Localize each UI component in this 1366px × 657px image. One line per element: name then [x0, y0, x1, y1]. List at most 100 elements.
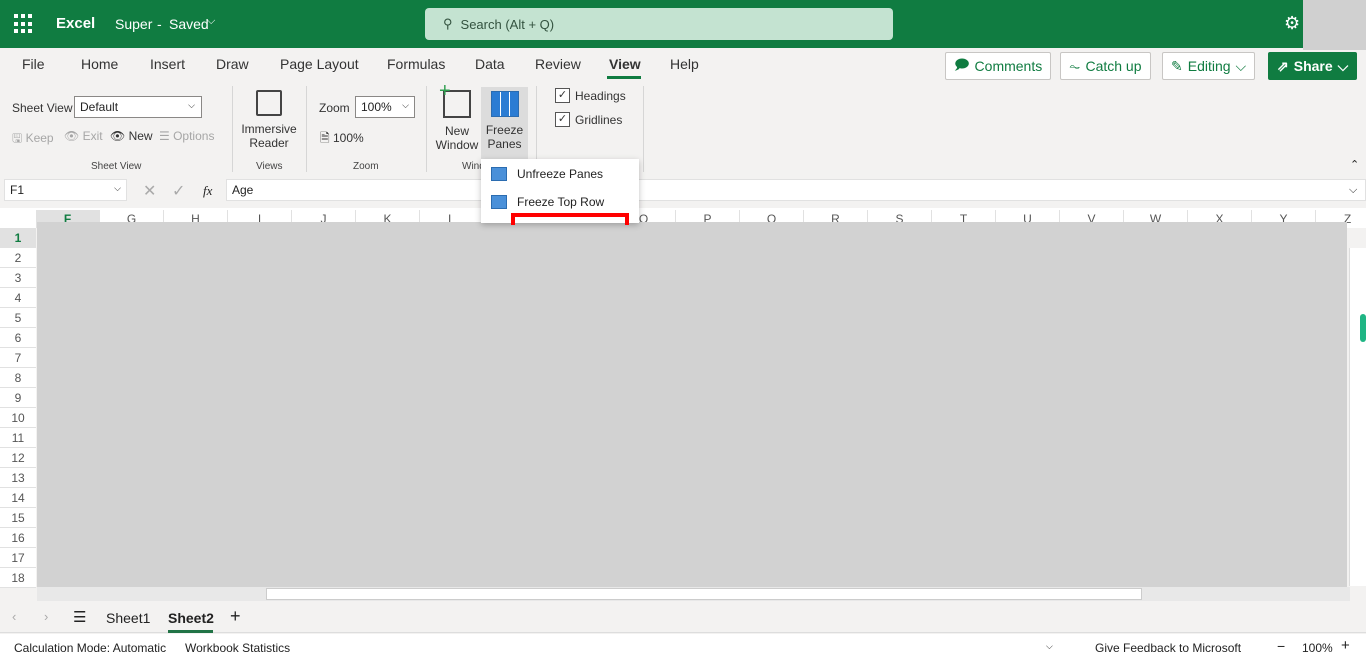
row-header[interactable]: 13: [0, 468, 36, 488]
tab-data[interactable]: Data: [475, 56, 505, 72]
calculation-mode[interactable]: Calculation Mode: Automatic: [14, 641, 166, 655]
menu-item-freeze-top-row[interactable]: Freeze Top Row: [481, 188, 639, 216]
freeze-icon: [491, 167, 507, 181]
all-sheets-icon[interactable]: ☰: [73, 608, 86, 626]
share-icon: ⇗: [1277, 57, 1289, 74]
keep-button[interactable]: 🖫 Keep: [12, 129, 54, 150]
row-header[interactable]: 8: [0, 368, 36, 388]
row-header[interactable]: 12: [0, 448, 36, 468]
row-header[interactable]: 17: [0, 548, 36, 568]
row-header[interactable]: 2: [0, 248, 36, 268]
editing-mode-button[interactable]: ✎ Editing ⌵: [1162, 52, 1256, 80]
tab-home[interactable]: Home: [81, 56, 118, 72]
chevron-down-icon: ⌵: [1337, 57, 1349, 74]
app-name[interactable]: Excel: [56, 15, 95, 32]
app-launcher-icon[interactable]: [14, 14, 34, 34]
activity-icon: ⏦: [1069, 57, 1081, 74]
sheet-tab-sheet2[interactable]: Sheet2: [168, 610, 214, 626]
comment-icon: 🗩: [954, 56, 970, 72]
save-status[interactable]: Saved: [169, 16, 209, 32]
expand-formula-icon[interactable]: ⌵: [1349, 184, 1357, 197]
search-icon: ⚲: [443, 16, 453, 31]
tab-file[interactable]: File: [22, 56, 45, 72]
tab-view[interactable]: View: [609, 56, 641, 72]
zoom-label: Zoom: [319, 101, 350, 115]
group-label-zoom: Zoom: [353, 161, 379, 172]
tab-review[interactable]: Review: [535, 56, 581, 72]
tab-formulas[interactable]: Formulas: [387, 56, 445, 72]
search-input[interactable]: ⚲ Search (Alt + Q): [425, 8, 893, 40]
gear-icon[interactable]: ⚙: [1284, 13, 1300, 34]
formula-input[interactable]: Age: [226, 179, 1366, 201]
insert-function-icon[interactable]: fx: [203, 183, 212, 199]
avatar[interactable]: [1303, 0, 1366, 50]
tab-page-layout[interactable]: Page Layout: [280, 56, 359, 72]
chevron-down-icon: ⌵: [207, 15, 216, 27]
new-window-icon: +: [439, 80, 471, 118]
vertical-scrollbar[interactable]: [1349, 248, 1366, 586]
chevron-down-icon[interactable]: ⌵: [1046, 641, 1053, 652]
tab-insert[interactable]: Insert: [150, 56, 185, 72]
row-header[interactable]: 3: [0, 268, 36, 288]
doc-title[interactable]: Super: [115, 16, 152, 32]
group-label-sheet-view: Sheet View: [91, 161, 142, 172]
active-sheet-indicator: [168, 630, 213, 633]
immersive-reader-button[interactable]: Immersive Reader: [240, 90, 298, 150]
row-header[interactable]: 16: [0, 528, 36, 548]
confirm-icon[interactable]: ✓: [172, 181, 185, 201]
divider: [426, 86, 427, 172]
zoom-level[interactable]: 100%: [1302, 641, 1333, 655]
active-tab-indicator: [607, 76, 641, 79]
divider: [643, 86, 644, 172]
row-header[interactable]: 15: [0, 508, 36, 528]
new-window-button[interactable]: + New Window: [434, 80, 480, 152]
gridlines-checkbox[interactable]: ✓ Gridlines: [555, 112, 622, 127]
menu-item-unfreeze-panes[interactable]: Unfreeze Panes: [481, 160, 639, 188]
row-header[interactable]: 14: [0, 488, 36, 508]
feedback-link[interactable]: Give Feedback to Microsoft: [1095, 641, 1241, 655]
zoom-in-icon[interactable]: +: [1341, 637, 1350, 654]
freeze-panes-icon: [490, 91, 519, 117]
zoom-select[interactable]: 100% ⌵: [355, 96, 415, 118]
sheet-view-select[interactable]: Default ⌵: [74, 96, 202, 118]
new-sheet-view-button[interactable]: 👁 New: [110, 129, 153, 143]
comments-button[interactable]: 🗩 Comments: [945, 52, 1052, 80]
collapse-ribbon-icon[interactable]: ⌃: [1350, 158, 1359, 171]
catch-up-button[interactable]: ⏦ Catch up: [1060, 52, 1151, 80]
horizontal-scrollbar[interactable]: [37, 587, 1350, 601]
zoom-100-button[interactable]: 🗎 100%: [320, 129, 364, 150]
title-bar: Excel Super - Saved ⌵ ⚲ Search (Alt + Q) …: [0, 0, 1366, 50]
row-header[interactable]: 11: [0, 428, 36, 448]
add-sheet-icon[interactable]: +: [230, 606, 241, 627]
sheet-view-label: Sheet View: [12, 101, 73, 115]
headings-checkbox[interactable]: ✓ Headings: [555, 88, 626, 103]
row-header[interactable]: 10: [0, 408, 36, 428]
chevron-down-icon: ⌵: [1235, 57, 1247, 74]
zoom-out-icon[interactable]: −: [1277, 638, 1285, 654]
row-header[interactable]: 6: [0, 328, 36, 348]
row-header[interactable]: 4: [0, 288, 36, 308]
highlight-box: [511, 213, 629, 225]
row-header[interactable]: 7: [0, 348, 36, 368]
divider: [232, 86, 233, 172]
share-button[interactable]: ⇗ Share ⌵: [1268, 52, 1358, 80]
freeze-panes-button[interactable]: Freeze Panes ⌄: [481, 87, 528, 165]
chevron-left-icon[interactable]: ‹: [12, 609, 16, 624]
book-icon: [256, 90, 282, 116]
row-header[interactable]: 5: [0, 308, 36, 328]
row-header[interactable]: 1: [0, 228, 36, 248]
options-button[interactable]: ☰ Options: [159, 129, 214, 143]
exit-button[interactable]: 👁 Exit: [64, 129, 103, 143]
grid-overlay: [37, 222, 1347, 587]
row-header[interactable]: 9: [0, 388, 36, 408]
chevron-right-icon[interactable]: ›: [44, 609, 48, 624]
pencil-icon: ✎: [1171, 57, 1183, 74]
divider: [306, 86, 307, 172]
sheet-tab-sheet1[interactable]: Sheet1: [106, 610, 150, 626]
tab-help[interactable]: Help: [670, 56, 699, 72]
row-header[interactable]: 18: [0, 568, 36, 588]
cancel-icon[interactable]: ✕: [143, 181, 156, 201]
workbook-statistics[interactable]: Workbook Statistics: [185, 641, 290, 655]
name-box[interactable]: F1 ⌵: [4, 179, 127, 201]
tab-draw[interactable]: Draw: [216, 56, 249, 72]
